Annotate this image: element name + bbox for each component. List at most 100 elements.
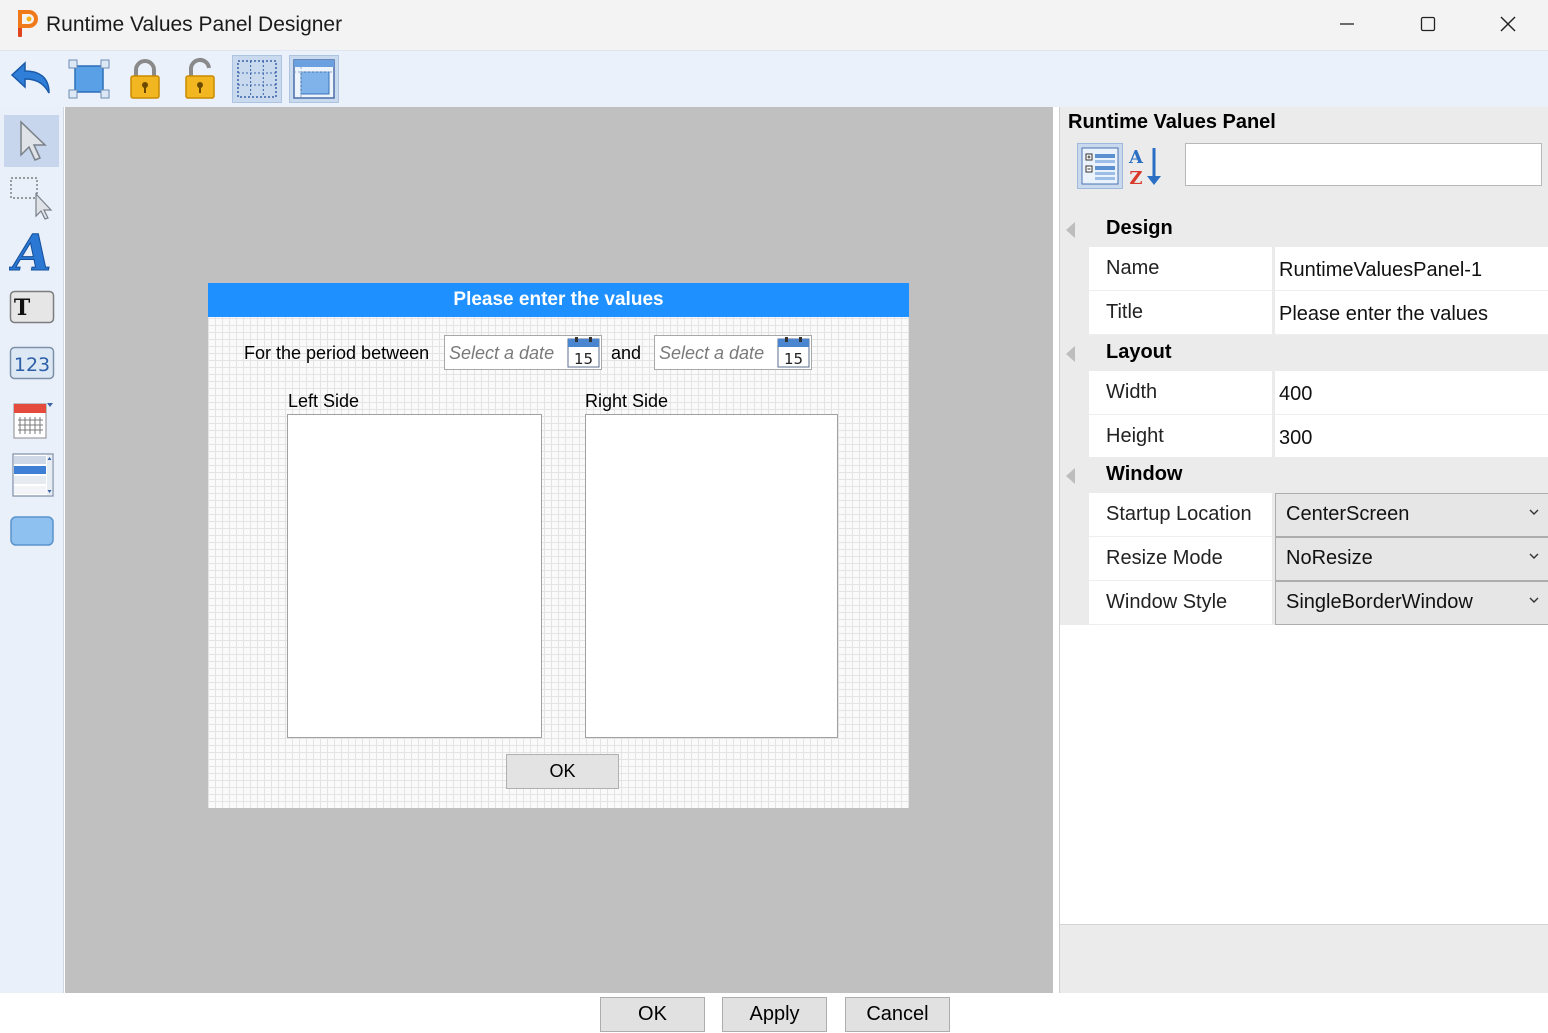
- property-title-value[interactable]: Please enter the values: [1275, 291, 1548, 335]
- close-button[interactable]: [1468, 0, 1548, 48]
- categorized-view-icon: [1081, 147, 1119, 185]
- property-name-value[interactable]: RuntimeValuesPanel-1: [1275, 247, 1548, 291]
- calendar-icon[interactable]: 15: [777, 337, 810, 368]
- end-date-picker[interactable]: Select a date 15: [654, 335, 812, 370]
- property-height-value[interactable]: 300: [1275, 415, 1548, 459]
- category-layout[interactable]: Layout: [1060, 335, 1548, 371]
- runtime-values-panel[interactable]: Please enter the values For the period b…: [208, 283, 909, 808]
- chevron-down-icon: [1529, 597, 1539, 603]
- property-description-area: [1060, 924, 1548, 993]
- close-icon: [1500, 16, 1516, 32]
- textbox-tool[interactable]: T: [4, 281, 59, 333]
- calendar-icon[interactable]: 15: [567, 337, 600, 368]
- property-row-width[interactable]: Width 400: [1060, 371, 1548, 415]
- and-label[interactable]: and: [611, 343, 641, 364]
- category-window[interactable]: Window: [1060, 457, 1548, 493]
- end-date-placeholder: Select a date: [659, 343, 765, 363]
- category-design[interactable]: Design: [1060, 211, 1548, 247]
- marquee-select-icon: [9, 177, 52, 220]
- select-all-button[interactable]: [64, 55, 114, 103]
- pointer-tool[interactable]: [4, 115, 59, 167]
- collapse-arrow-icon[interactable]: [1066, 346, 1075, 362]
- ok-button[interactable]: OK: [600, 997, 705, 1032]
- show-grid-button[interactable]: [232, 55, 282, 103]
- title-bar: Runtime Values Panel Designer: [0, 0, 1548, 50]
- listbox-tool[interactable]: [4, 449, 59, 501]
- property-startup-location-label: Startup Location: [1106, 503, 1252, 525]
- property-resize-mode-label: Resize Mode: [1106, 547, 1223, 569]
- panel-header[interactable]: Please enter the values: [208, 283, 909, 317]
- app-logo-icon: [18, 10, 38, 37]
- lock-icon: [130, 59, 160, 99]
- property-row-title[interactable]: Title Please enter the values: [1060, 291, 1548, 335]
- selection-frame-icon: [68, 59, 110, 99]
- property-row-window-style[interactable]: Window Style SingleBorderWindow: [1060, 581, 1548, 625]
- property-row-height[interactable]: Height 300: [1060, 415, 1548, 459]
- minimize-icon: [1340, 23, 1354, 25]
- chevron-down-icon: [1529, 553, 1539, 559]
- right-side-label[interactable]: Right Side: [585, 391, 668, 412]
- toolbar: [0, 50, 1548, 107]
- property-row-startup-location[interactable]: Startup Location CenterScreen: [1060, 493, 1548, 537]
- property-search-input[interactable]: [1185, 143, 1542, 186]
- category-design-label: Design: [1106, 217, 1173, 239]
- unlock-button[interactable]: [175, 55, 225, 103]
- unlock-icon: [185, 58, 215, 99]
- startup-location-select[interactable]: CenterScreen: [1275, 493, 1548, 537]
- snap-to-grid-button[interactable]: [289, 55, 339, 103]
- property-width-value[interactable]: 400: [1275, 371, 1548, 415]
- svg-text:123: 123: [13, 354, 49, 376]
- window-style-select[interactable]: SingleBorderWindow: [1275, 581, 1548, 625]
- resize-mode-select[interactable]: NoResize: [1275, 537, 1548, 581]
- numeric-tool[interactable]: 123: [4, 337, 59, 389]
- design-canvas[interactable]: Please enter the values For the period b…: [65, 107, 1053, 993]
- period-label[interactable]: For the period between: [244, 343, 429, 364]
- cursor-arrow-icon: [19, 120, 47, 161]
- numeric-123-icon: 123: [9, 346, 54, 380]
- sort-az-icon: A Z: [1128, 147, 1161, 188]
- right-side-listbox[interactable]: [585, 414, 838, 738]
- alphabetical-sort-button[interactable]: A Z: [1123, 143, 1169, 189]
- start-date-picker[interactable]: Select a date 15: [444, 335, 602, 370]
- svg-text:Z: Z: [1129, 168, 1142, 188]
- property-height-label: Height: [1106, 425, 1164, 447]
- label-a-icon: A: [9, 226, 52, 276]
- svg-text:A: A: [9, 226, 51, 276]
- svg-text:15: 15: [784, 350, 803, 368]
- categorized-view-button[interactable]: [1077, 143, 1123, 189]
- svg-text:15: 15: [574, 350, 593, 368]
- undo-arrow-icon: [10, 61, 50, 94]
- svg-text:A: A: [1128, 147, 1144, 168]
- property-row-resize-mode[interactable]: Resize Mode NoResize: [1060, 537, 1548, 581]
- label-tool[interactable]: A: [4, 225, 59, 277]
- property-window-style-label: Window Style: [1106, 591, 1228, 613]
- toolbox: A T 123: [0, 107, 64, 993]
- collapse-arrow-icon[interactable]: [1066, 222, 1075, 238]
- category-layout-label: Layout: [1106, 341, 1172, 363]
- datepicker-tool[interactable]: [4, 393, 59, 445]
- svg-text:T: T: [13, 295, 30, 321]
- textbox-t-icon: T: [9, 290, 54, 324]
- apply-button[interactable]: Apply: [722, 997, 827, 1032]
- property-width-label: Width: [1106, 381, 1158, 403]
- window-title: Runtime Values Panel Designer: [46, 13, 343, 36]
- minimize-button[interactable]: [1307, 0, 1387, 48]
- chevron-down-icon: [1529, 509, 1539, 515]
- category-window-label: Window: [1106, 463, 1183, 485]
- maximize-button[interactable]: [1388, 0, 1468, 48]
- property-row-name[interactable]: Name RuntimeValuesPanel-1: [1060, 247, 1548, 291]
- properties-panel: Runtime Values Panel A Z Design Name Run…: [1059, 107, 1548, 993]
- collapse-arrow-icon[interactable]: [1066, 468, 1075, 484]
- button-tool[interactable]: [4, 505, 59, 557]
- undo-button[interactable]: [7, 55, 57, 103]
- calendar-icon: [13, 403, 53, 439]
- left-side-label[interactable]: Left Side: [288, 391, 359, 412]
- properties-header: Runtime Values Panel A Z: [1060, 107, 1548, 212]
- cancel-button[interactable]: Cancel: [845, 997, 950, 1032]
- lock-button[interactable]: [120, 55, 170, 103]
- marquee-select-tool[interactable]: [4, 171, 59, 223]
- left-side-listbox[interactable]: [287, 414, 542, 738]
- listbox-icon: [11, 453, 54, 497]
- panel-ok-button[interactable]: OK: [506, 754, 619, 789]
- grid-icon: [237, 60, 277, 98]
